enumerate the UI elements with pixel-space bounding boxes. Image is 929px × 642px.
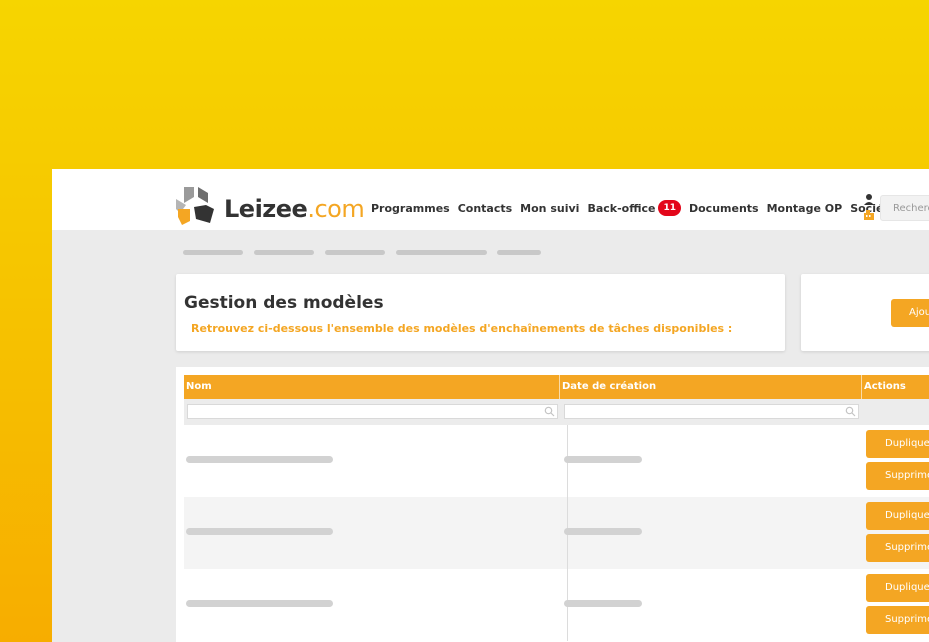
actions-card: Ajouter (801, 274, 929, 351)
date-placeholder (564, 528, 642, 535)
nav-contacts[interactable]: Contacts (458, 202, 512, 215)
search-icon (845, 406, 856, 417)
date-placeholder (564, 600, 642, 607)
search-icon (544, 406, 555, 417)
duplicate-button[interactable]: Dupliquer (866, 502, 929, 530)
table-row: Dupliquer Supprimer (184, 425, 929, 497)
name-placeholder (186, 456, 333, 463)
search-input[interactable]: Recherche (880, 195, 929, 221)
nav-back-office[interactable]: Back-office 11 (587, 200, 681, 216)
breadcrumb-placeholder (325, 250, 385, 255)
main-nav: Programmes Contacts Mon suivi Back-offic… (371, 199, 929, 217)
add-model-button[interactable]: Ajouter (891, 299, 929, 327)
nav-montage-op[interactable]: Montage OP (767, 202, 843, 215)
table-header: Nom Date de création Actions (184, 375, 929, 399)
top-navigation-bar: Leizee.com Programmes Contacts Mon suivi… (52, 169, 929, 230)
nav-mon-suivi[interactable]: Mon suivi (520, 202, 579, 215)
models-table: Nom Date de création Actions Duplique Su… (176, 367, 929, 642)
page-title: Gestion des modèles (184, 293, 384, 313)
duplicate-button[interactable]: Dupliquer (866, 430, 929, 458)
filter-date-input[interactable] (564, 404, 859, 419)
delete-button[interactable]: Supprimer (866, 534, 929, 562)
column-divider (559, 375, 560, 399)
delete-button[interactable]: Supprimer (866, 606, 929, 634)
breadcrumb-placeholder (254, 250, 314, 255)
notification-badge: 11 (658, 200, 681, 216)
filter-row (184, 399, 929, 425)
table-row: Dupliquer Supprimer (184, 497, 929, 569)
leizee-logo-icon (176, 187, 214, 225)
filter-nom-input[interactable] (187, 404, 558, 419)
column-header-nom[interactable]: Nom (186, 375, 212, 399)
duplicate-button[interactable]: Dupliquer (866, 574, 929, 602)
breadcrumb-placeholder (396, 250, 487, 255)
name-placeholder (186, 600, 333, 607)
table-row: Dupliquer Supprimer (184, 569, 929, 641)
title-card: Gestion des modèles Retrouvez ci-dessous… (176, 274, 785, 351)
breadcrumb-placeholder (497, 250, 541, 255)
column-divider (861, 375, 862, 399)
name-placeholder (186, 528, 333, 535)
nav-documents[interactable]: Documents (689, 202, 759, 215)
delete-button[interactable]: Supprimer (866, 462, 929, 490)
date-placeholder (564, 456, 642, 463)
page-subtitle: Retrouvez ci-dessous l'ensemble des modè… (191, 322, 733, 335)
column-header-date[interactable]: Date de création (562, 375, 656, 399)
nav-programmes[interactable]: Programmes (371, 202, 450, 215)
logo-text: Leizee.com (224, 195, 365, 223)
user-icon[interactable] (864, 193, 878, 223)
app-window: Leizee.com Programmes Contacts Mon suivi… (52, 169, 929, 642)
breadcrumb-placeholder (183, 250, 243, 255)
column-header-actions: Actions (864, 381, 906, 392)
